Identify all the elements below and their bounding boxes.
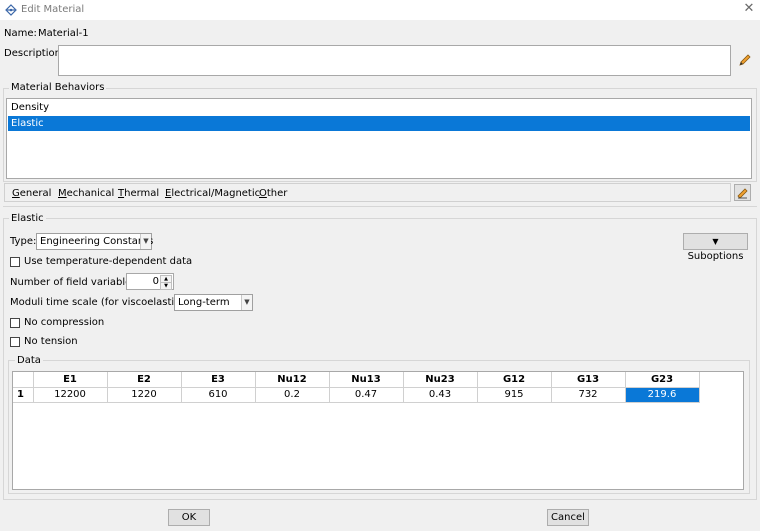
temp-dependent-checkbox[interactable] bbox=[10, 257, 20, 267]
close-icon[interactable]: ✕ bbox=[742, 1, 756, 17]
menu-electrical-magnetic[interactable]: Electrical/Magnetic bbox=[165, 188, 260, 199]
description-field[interactable] bbox=[58, 45, 731, 76]
name-label: Name: bbox=[4, 28, 37, 39]
no-compression-checkbox[interactable] bbox=[10, 318, 20, 328]
eraser-icon bbox=[737, 188, 748, 199]
behaviors-list[interactable]: Density Elastic bbox=[6, 98, 752, 179]
table-cell[interactable]: 1220 bbox=[107, 387, 182, 403]
row-index: 1 bbox=[13, 387, 34, 403]
cancel-button[interactable]: Cancel bbox=[547, 509, 589, 526]
type-select[interactable]: Engineering Constants ▼ bbox=[36, 233, 153, 250]
table-cell[interactable]: 0.2 bbox=[255, 387, 330, 403]
table-cell[interactable]: 610 bbox=[181, 387, 256, 403]
table-cell[interactable]: 0.43 bbox=[403, 387, 478, 403]
pencil-icon[interactable] bbox=[737, 52, 753, 68]
menu-general[interactable]: General bbox=[12, 188, 51, 199]
column-header[interactable]: Nu13 bbox=[329, 372, 404, 388]
menu-other[interactable]: Other bbox=[259, 188, 287, 199]
column-header[interactable]: E3 bbox=[181, 372, 256, 388]
moduli-label: Moduli time scale (for viscoelasticity): bbox=[10, 297, 200, 308]
triangle-down-icon: ▼ bbox=[712, 237, 719, 246]
no-tension-label: No tension bbox=[24, 336, 78, 347]
table-cell[interactable]: 915 bbox=[477, 387, 552, 403]
data-grid: E1 E2 E3 Nu12 Nu13 Nu23 G12 G13 G23 1 12… bbox=[13, 372, 700, 403]
ok-button[interactable]: OK bbox=[168, 509, 210, 526]
description-label: Description: bbox=[4, 48, 65, 59]
column-header[interactable]: E2 bbox=[107, 372, 182, 388]
behavior-item-elastic[interactable]: Elastic bbox=[8, 116, 750, 131]
column-header[interactable]: Nu12 bbox=[255, 372, 330, 388]
table-cell[interactable]: 732 bbox=[551, 387, 626, 403]
suboptions-button[interactable]: ▼ Suboptions bbox=[683, 233, 748, 262]
table-cell-selected[interactable]: 219.6 bbox=[625, 387, 700, 403]
table-cell[interactable]: 0.47 bbox=[329, 387, 404, 403]
column-header[interactable]: E1 bbox=[33, 372, 108, 388]
elastic-legend: Elastic bbox=[9, 213, 46, 224]
column-header[interactable]: G12 bbox=[477, 372, 552, 388]
column-header[interactable]: Nu23 bbox=[403, 372, 478, 388]
menu-mechanical[interactable]: Mechanical bbox=[58, 188, 114, 199]
field-vars-label: Number of field variables: bbox=[10, 277, 140, 288]
behavior-item-density[interactable]: Density bbox=[8, 100, 750, 115]
row-header-corner bbox=[13, 372, 34, 388]
name-value: Material-1 bbox=[38, 28, 89, 39]
chevron-down-icon: ▼ bbox=[241, 295, 252, 310]
separator bbox=[3, 206, 757, 207]
temp-dependent-label: Use temperature-dependent data bbox=[24, 256, 193, 267]
chevron-down-icon: ▼ bbox=[140, 234, 151, 249]
table-row: 1 12200 1220 610 0.2 0.47 0.43 915 732 2… bbox=[13, 387, 700, 403]
table-cell[interactable]: 12200 bbox=[33, 387, 108, 403]
app-icon bbox=[5, 4, 17, 16]
behaviors-legend: Material Behaviors bbox=[9, 82, 107, 93]
column-header[interactable]: G13 bbox=[551, 372, 626, 388]
field-vars-spinbox[interactable]: 0 ▲ ▼ bbox=[126, 273, 174, 290]
title-bar bbox=[0, 0, 760, 20]
moduli-select[interactable]: Long-term ▼ bbox=[174, 294, 253, 311]
menu-thermal[interactable]: Thermal bbox=[118, 188, 159, 199]
table-header-row: E1 E2 E3 Nu12 Nu13 Nu23 G12 G13 G23 bbox=[13, 372, 700, 388]
window-title: Edit Material bbox=[21, 4, 85, 15]
type-label: Type: bbox=[10, 236, 37, 247]
no-compression-label: No compression bbox=[24, 317, 105, 328]
eraser-button[interactable] bbox=[734, 184, 751, 201]
spin-down-icon[interactable]: ▼ bbox=[160, 282, 172, 290]
data-table[interactable]: E1 E2 E3 Nu12 Nu13 Nu23 G12 G13 G23 1 12… bbox=[12, 371, 744, 490]
column-header[interactable]: G23 bbox=[625, 372, 700, 388]
no-tension-checkbox[interactable] bbox=[10, 337, 20, 347]
data-legend: Data bbox=[15, 355, 43, 366]
